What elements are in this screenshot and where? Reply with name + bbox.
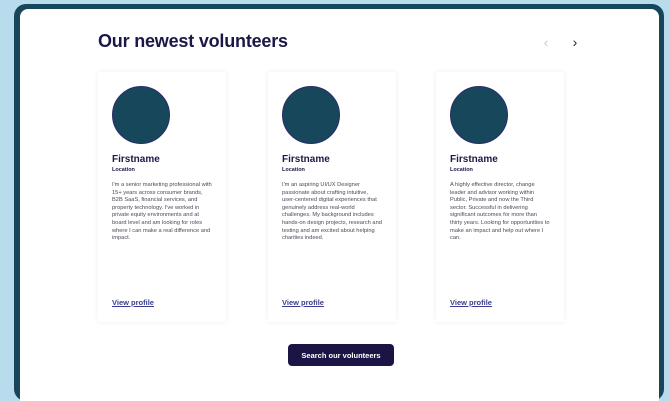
chevron-left-icon[interactable]: ‹ <box>536 32 556 52</box>
chevron-right-icon[interactable]: › <box>565 32 585 52</box>
volunteer-location: Location <box>282 167 305 173</box>
volunteer-location: Location <box>112 167 135 173</box>
volunteer-bio: I'm an aspiring UI/UX Designer passionat… <box>282 182 382 242</box>
search-volunteers-button[interactable]: Search our volunteers <box>288 344 394 366</box>
avatar <box>282 86 340 144</box>
volunteer-bio: A highly effective director, change lead… <box>450 182 550 242</box>
volunteer-card: Firstname Location I'm a senior marketin… <box>98 72 226 322</box>
volunteers-section: Our newest volunteers ‹ › Firstname Loca… <box>20 9 659 401</box>
view-profile-link[interactable]: View profile <box>450 298 492 307</box>
volunteer-bio: I'm a senior marketing professional with… <box>112 182 212 242</box>
view-profile-link[interactable]: View profile <box>282 298 324 307</box>
avatar <box>112 86 170 144</box>
volunteer-name: Firstname <box>282 154 330 165</box>
volunteer-location: Location <box>450 167 473 173</box>
view-profile-link[interactable]: View profile <box>112 298 154 307</box>
section-title: Our newest volunteers <box>98 31 288 51</box>
volunteer-card: Firstname Location I'm an aspiring UI/UX… <box>268 72 396 322</box>
volunteer-name: Firstname <box>450 154 498 165</box>
avatar <box>450 86 508 144</box>
volunteer-card: Firstname Location A highly effective di… <box>436 72 564 322</box>
volunteer-name: Firstname <box>112 154 160 165</box>
